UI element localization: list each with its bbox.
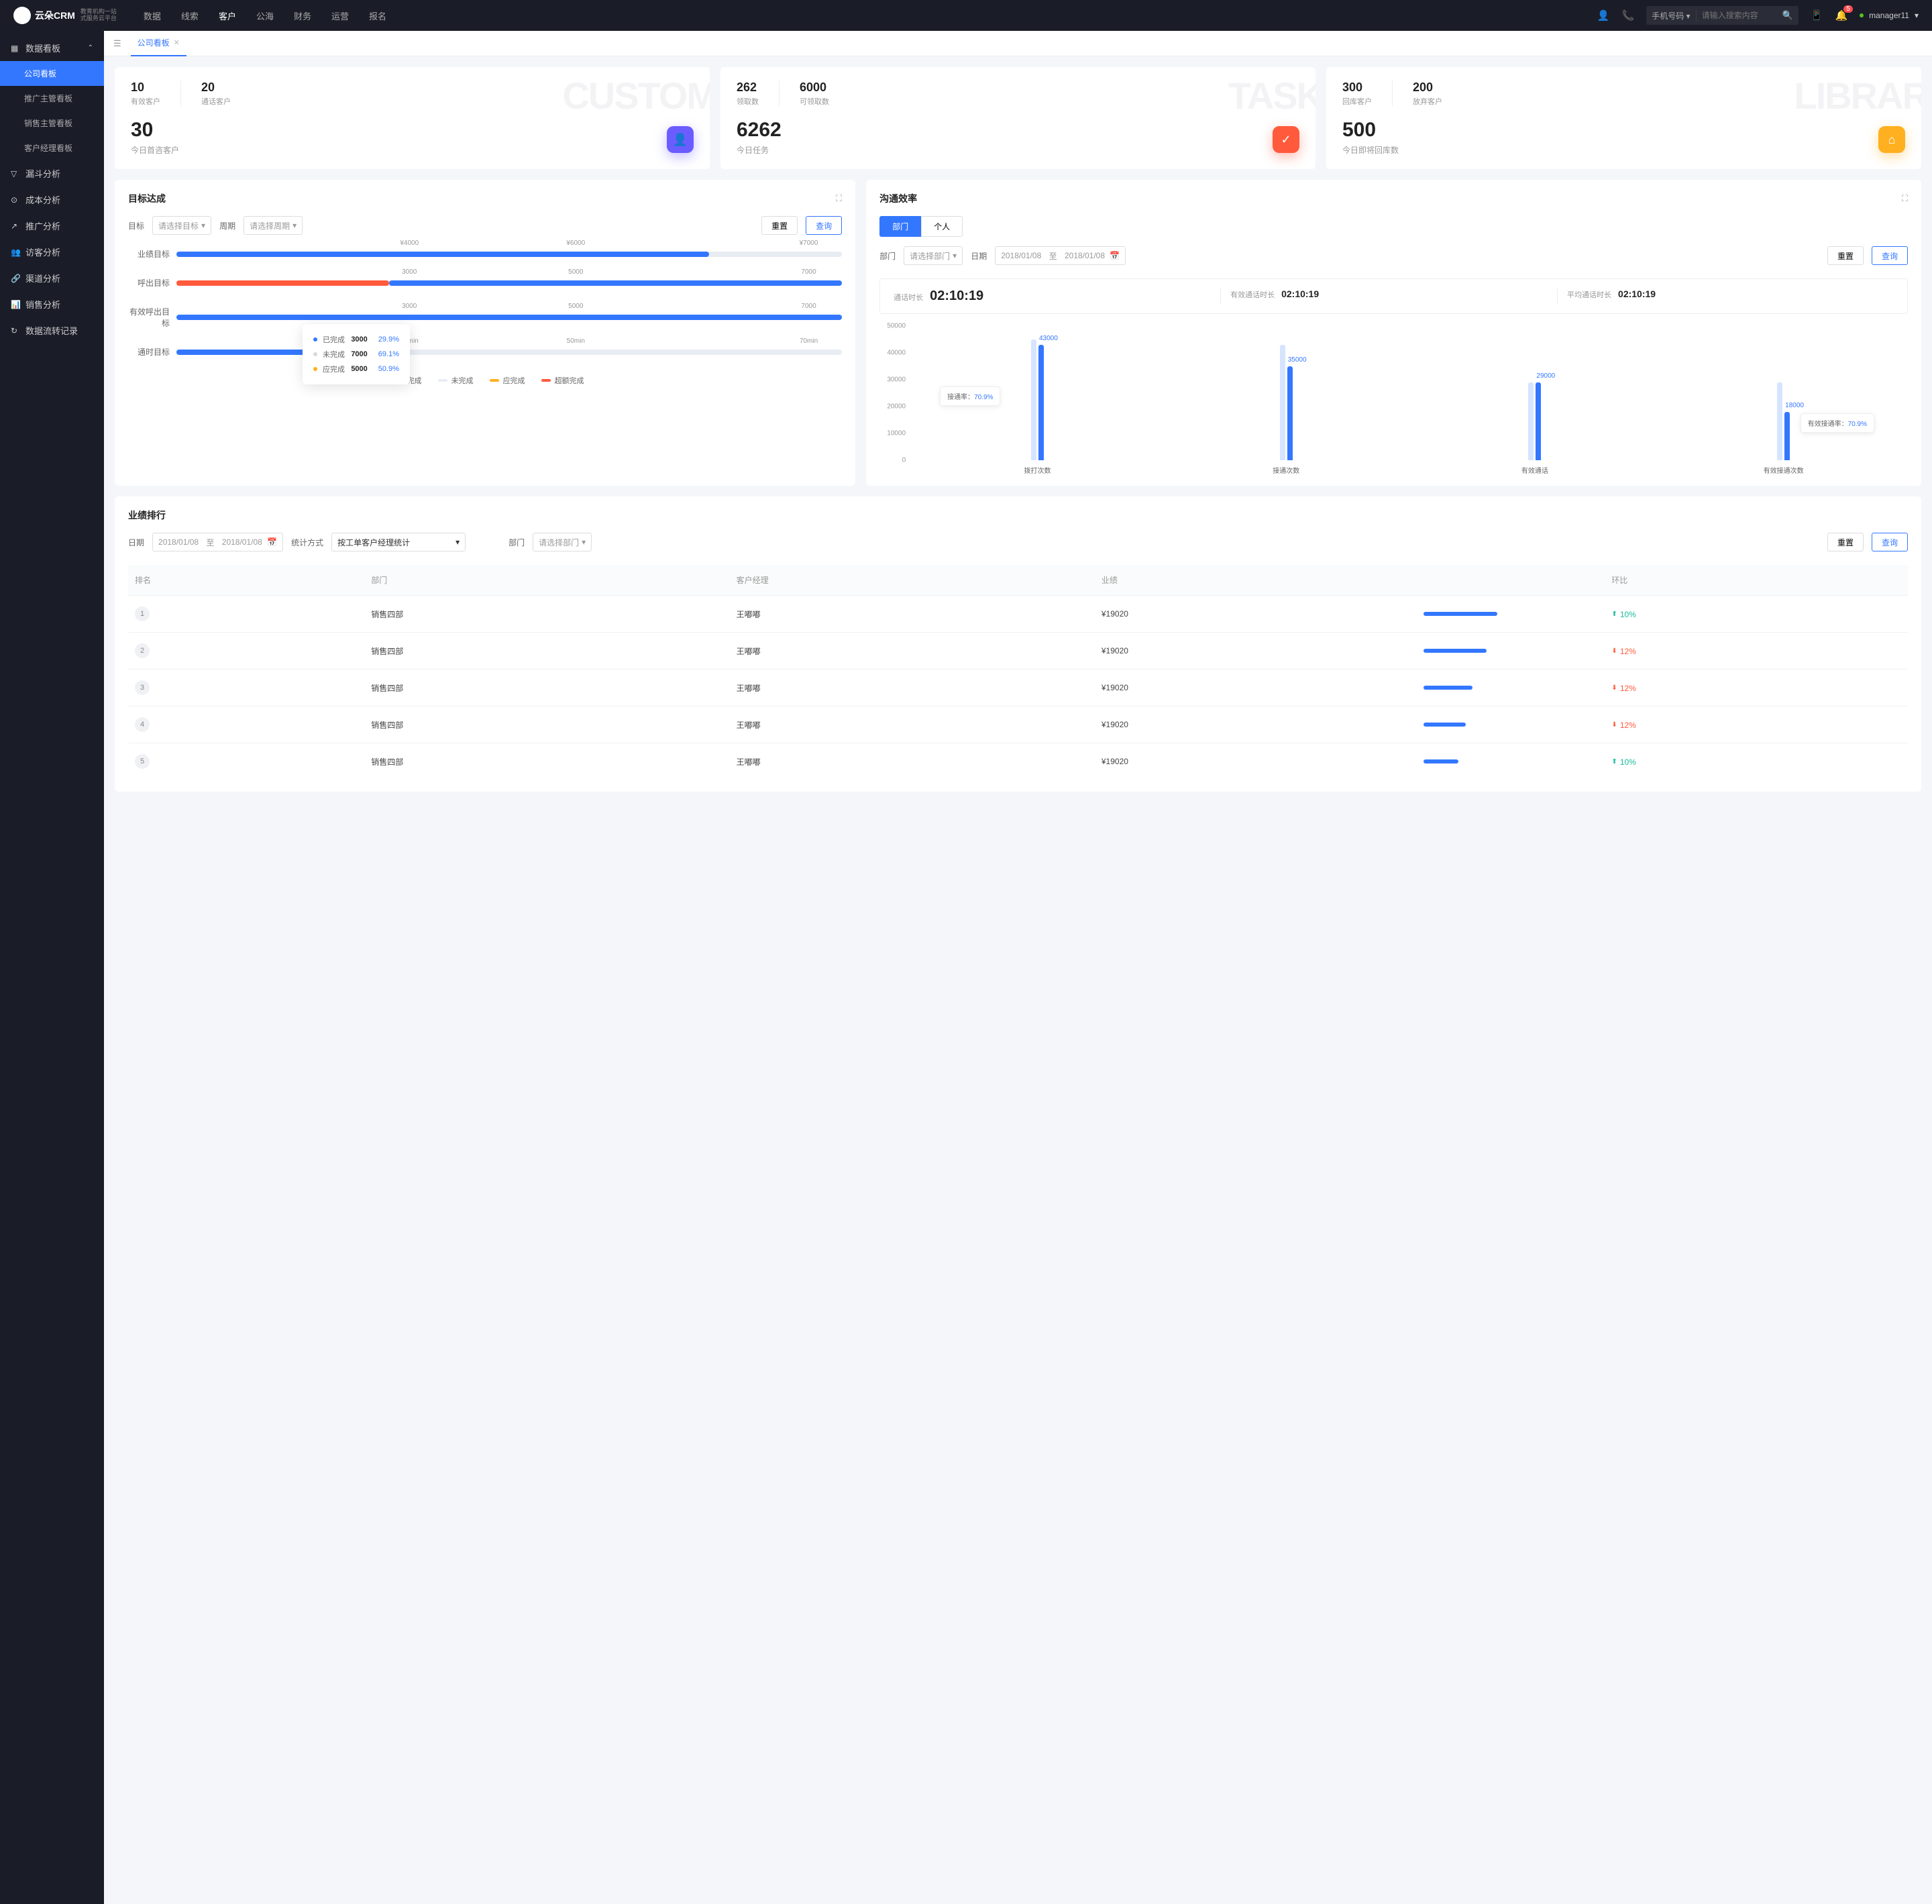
menu-toggle-icon[interactable]: ☰ [113, 38, 121, 49]
table-row: 2 销售四部 王嘟嘟 ¥19020 ⬇12% [128, 633, 1908, 670]
nav-item[interactable]: 线索 [181, 9, 199, 22]
menu-icon: ↻ [11, 326, 20, 335]
expand-icon[interactable]: ⛶ [1902, 193, 1908, 204]
stats-row: CUSTOM 10有效客户 20通话客户 30 今日首咨客户 👤 TASK 26… [115, 67, 1921, 169]
sidebar-item[interactable]: 销售主管看板 [0, 111, 104, 136]
menu-icon: ⊙ [11, 195, 20, 205]
panel-title: 业绩排行 [128, 509, 166, 522]
segment-control: 部门 个人 [879, 216, 1908, 237]
nav-item[interactable]: 财务 [294, 9, 311, 22]
sidebar-item[interactable]: ↻数据流转记录 [0, 317, 104, 343]
search-type-select[interactable]: 手机号码 ▾ [1646, 10, 1696, 21]
column-chart: 01000020000300004000050000 43000 拨打次数 35… [879, 326, 1908, 474]
nav-item[interactable]: 客户 [219, 9, 236, 22]
tabs-bar: ☰ 公司看板 ✕ [104, 31, 1932, 56]
period-select[interactable]: 请选择周期 ▾ [244, 216, 303, 235]
menu-icon: ↗ [11, 221, 20, 231]
method-select[interactable]: 按工单客户经理统计▾ [331, 533, 466, 551]
stat-icon: 👤 [667, 126, 694, 153]
user-menu[interactable]: manager11 ▾ [1860, 11, 1919, 20]
tab-company-board[interactable]: 公司看板 ✕ [131, 31, 186, 56]
date-range[interactable]: 2018/01/08 至 2018/01/08 📅 [152, 533, 283, 551]
sidebar-item[interactable]: 📊销售分析 [0, 291, 104, 317]
float-label-eff-rate: 有效接通率：70.9% [1801, 413, 1874, 433]
user-icon[interactable]: 👤 [1597, 9, 1610, 21]
nav-item[interactable]: 运营 [331, 9, 349, 22]
status-dot [1860, 13, 1864, 17]
table-row: 3 销售四部 王嘟嘟 ¥19020 ⬇12% [128, 670, 1908, 706]
sidebar-item[interactable]: ▽漏斗分析 [0, 160, 104, 187]
target-select[interactable]: 请选择目标 ▾ [152, 216, 211, 235]
bell-icon[interactable]: 🔔5 [1835, 9, 1847, 21]
header: ☁ 云朵CRM 教育机构一站 式服务云平台 数据 线索 客户 公海 财务 运营 报名 👤 📞… [0, 0, 1932, 31]
reset-button[interactable]: 重置 [761, 216, 798, 235]
menu-icon: 🔗 [11, 274, 20, 283]
expand-icon[interactable]: ⛶ [836, 193, 842, 204]
logo: ☁ 云朵CRM 教育机构一站 式服务云平台 [13, 7, 117, 24]
panel-goals: 目标达成 ⛶ 目标 请选择目标 ▾ 周期 请选择周期 ▾ 重置 查询 业 [115, 180, 855, 486]
main: ☰ 公司看板 ✕ CUSTOM 10有效客户 20通话客户 30 今日首咨客户 … [104, 31, 1932, 1904]
chevron-down-icon: ▾ [1915, 11, 1919, 20]
sidebar-item[interactable]: ↗推广分析 [0, 213, 104, 239]
chart-tooltip: 已完成300029.9%未完成700069.1%应完成500050.9% [303, 324, 410, 384]
logo-icon: ☁ [13, 7, 31, 24]
panel-title: 沟通效率 [879, 192, 917, 205]
bullet-row: 有效呼出目标300050007000 [128, 306, 842, 329]
sidebar-item[interactable]: 客户经理看板 [0, 136, 104, 160]
stat-card: LIBRAR 300回库客户 200放弃客户 500 今日即将回库数 ⌂ [1326, 67, 1921, 169]
bullet-row: 通时目标30min50min70min [128, 346, 842, 358]
dept-select[interactable]: 请选择部门 ▾ [904, 246, 963, 265]
bullet-row: 业绩目标¥4000¥6000¥7000 [128, 248, 842, 260]
close-icon[interactable]: ✕ [174, 38, 180, 47]
query-button[interactable]: 查询 [1872, 246, 1908, 265]
menu-icon: 👥 [11, 248, 20, 257]
dashboard-icon: ▦ [11, 44, 20, 53]
sidebar-group-dashboard[interactable]: ▦ 数据看板 ⌃ [0, 35, 104, 61]
seg-dept[interactable]: 部门 [879, 216, 921, 237]
seg-person[interactable]: 个人 [921, 216, 963, 237]
sidebar-item[interactable]: 推广主管看板 [0, 86, 104, 111]
dept-select[interactable]: 请选择部门 ▾ [533, 533, 592, 551]
nav-item[interactable]: 公海 [256, 9, 274, 22]
query-button[interactable]: 查询 [1872, 533, 1908, 551]
chevron-up-icon: ⌃ [88, 44, 93, 52]
search-input[interactable] [1697, 11, 1777, 20]
stat-icon: ✓ [1273, 126, 1299, 153]
stat-icon: ⌂ [1878, 126, 1905, 153]
table-row: 4 销售四部 王嘟嘟 ¥19020 ⬇12% [128, 706, 1908, 743]
mobile-icon[interactable]: 📱 [1811, 9, 1823, 21]
panel-title: 目标达成 [128, 192, 166, 205]
menu-icon: ▽ [11, 169, 20, 178]
sidebar-item[interactable]: 🔗渠道分析 [0, 265, 104, 291]
panel-efficiency: 沟通效率 ⛶ 部门 个人 部门 请选择部门 ▾ 日期 2018/0 [866, 180, 1921, 486]
panel-ranking: 业绩排行 日期 2018/01/08 至 2018/01/08 📅 统计方式 按… [115, 496, 1921, 792]
stat-card: CUSTOM 10有效客户 20通话客户 30 今日首咨客户 👤 [115, 67, 710, 169]
date-range[interactable]: 2018/01/08 至 2018/01/08 📅 [995, 246, 1126, 265]
nav-item[interactable]: 报名 [369, 9, 386, 22]
reset-button[interactable]: 重置 [1827, 533, 1864, 551]
float-label-rate: 接通率：70.9% [940, 386, 1000, 406]
search-icon[interactable]: 🔍 [1777, 10, 1799, 21]
sidebar-item[interactable]: 👥访客分析 [0, 239, 104, 265]
stat-card: TASK 262领取数 6000可领取数 6262 今日任务 ✓ [720, 67, 1316, 169]
logo-text: 云朵CRM [35, 9, 75, 22]
bullet-row: 呼出目标300050007000 [128, 277, 842, 288]
table-row: 1 销售四部 王嘟嘟 ¥19020 ⬆10% [128, 596, 1908, 633]
search-group: 手机号码 ▾ 🔍 [1646, 6, 1799, 25]
reset-button[interactable]: 重置 [1827, 246, 1864, 265]
menu-icon: 📊 [11, 300, 20, 309]
table-row: 5 销售四部 王嘟嘟 ¥19020 ⬆10% [128, 743, 1908, 780]
top-nav: 数据 线索 客户 公海 财务 运营 报名 [144, 9, 386, 22]
phone-icon[interactable]: 📞 [1622, 9, 1635, 21]
sidebar-item[interactable]: 公司看板 [0, 61, 104, 86]
sidebar: ▦ 数据看板 ⌃ 公司看板推广主管看板销售主管看板客户经理看板 ▽漏斗分析⊙成本… [0, 31, 104, 1904]
sidebar-item[interactable]: ⊙成本分析 [0, 187, 104, 213]
chart-legend: 已完成未完成应完成超额完成 [128, 375, 842, 386]
ranking-table: 排名部门客户经理业绩环比 1 销售四部 王嘟嘟 ¥19020 ⬆10% 2 销售… [128, 565, 1908, 780]
query-button[interactable]: 查询 [806, 216, 842, 235]
nav-item[interactable]: 数据 [144, 9, 161, 22]
metrics-bar: 通话时长02:10:19有效通话时长02:10:19平均通话时长02:10:19 [879, 278, 1908, 314]
